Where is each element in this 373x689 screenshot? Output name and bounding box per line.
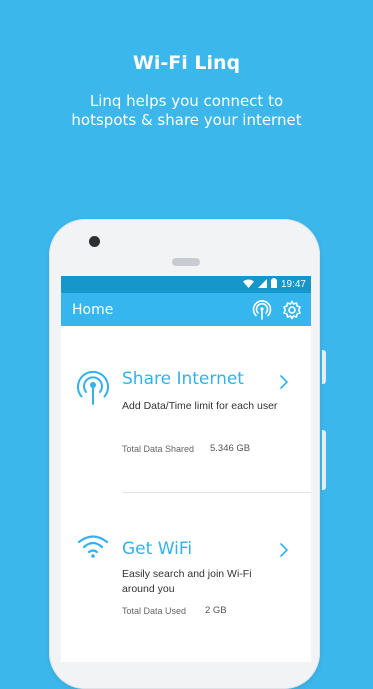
promo-subtitle: Linq helps you connect to hotspots & sha… [71,92,302,129]
speaker-grille [172,258,200,266]
stat-value: 5.346 GB [210,443,251,454]
card-title: Get WiFi [122,539,193,559]
hotspot-icon [76,370,110,411]
signal-icon [257,278,267,291]
card-title: Share Internet [122,369,244,389]
phone-side-button [322,350,326,384]
page-title: Home [72,301,114,318]
get-wifi-card[interactable]: Get WiFi Easily search and join Wi-Fi ar… [61,493,311,662]
hotspot-icon[interactable] [251,299,273,321]
stat-value: 2 GB [205,605,227,616]
stat-label: Total Data Used [122,606,187,616]
card-description: Add Data/Time limit for each user [122,400,278,412]
battery-icon [270,278,277,291]
share-internet-card[interactable]: Share Internet Add Data/Time limit for e… [61,326,311,511]
phone-screen: 19:47 Home Share Internet Add Data/Time … [61,276,311,662]
card-description: Easily search and join Wi-Fi around you [122,568,252,595]
status-bar: 19:47 [61,276,311,293]
wifi-icon [76,533,110,564]
stat-label: Total Data Shared [122,444,195,454]
wifi-icon [242,279,254,291]
chevron-right-icon [279,374,289,395]
chevron-right-icon [279,542,289,563]
status-time: 19:47 [280,279,306,290]
app-bar: Home [61,293,311,326]
phone-volume-button [322,430,326,490]
settings-icon[interactable] [281,299,303,321]
camera-icon [89,236,100,247]
promo-title: Wi-Fi Linq [132,52,241,74]
